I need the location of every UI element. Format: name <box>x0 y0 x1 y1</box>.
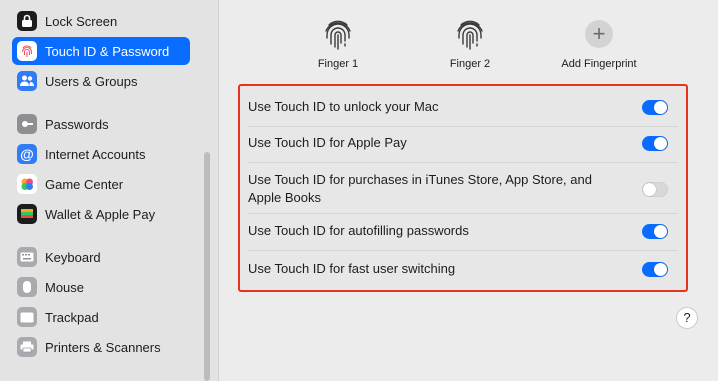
mouse-icon <box>17 277 37 297</box>
lock-icon <box>17 11 37 31</box>
touch-id-settings-panel: Use Touch ID to unlock your Mac Use Touc… <box>238 84 688 292</box>
toggle-autofill-passwords[interactable] <box>642 223 668 239</box>
main-panel: Finger 1 Finger 2 + Add Fingerprint Use … <box>219 0 718 381</box>
game-center-icon <box>17 174 37 194</box>
sidebar-item-users-groups[interactable]: Users & Groups <box>12 67 190 95</box>
keyboard-icon <box>17 247 37 267</box>
sidebar-item-label: Mouse <box>45 279 85 295</box>
sidebar-item-keyboard[interactable]: Keyboard <box>12 243 190 271</box>
sidebar-item-passwords[interactable]: Passwords <box>12 110 190 138</box>
setting-row-fast-user-switching: Use Touch ID for fast user switching <box>240 256 686 282</box>
setting-label: Use Touch ID for purchases in iTunes Sto… <box>248 172 592 205</box>
add-fingerprint-button[interactable]: + Add Fingerprint <box>549 16 649 70</box>
setting-row-unlock-mac: Use Touch ID to unlock your Mac <box>240 94 686 120</box>
fingerprint-label: Finger 1 <box>317 58 359 70</box>
setting-label: Use Touch ID for fast user switching <box>248 261 456 276</box>
sidebar-item-mouse[interactable]: Mouse <box>12 273 190 301</box>
setting-label: Use Touch ID for autofilling passwords <box>248 223 469 238</box>
fingerprint-2[interactable]: Finger 2 <box>420 16 520 70</box>
setting-label: Use Touch ID for Apple Pay <box>248 135 407 150</box>
help-button[interactable]: ? <box>676 307 698 329</box>
row-divider <box>248 213 678 214</box>
fingerprint-icon <box>325 20 351 50</box>
sidebar-item-label: Users & Groups <box>45 73 138 89</box>
setting-row-purchases: Use Touch ID for purchases in iTunes Sto… <box>240 170 686 208</box>
sidebar-item-wallet-apple-pay[interactable]: Wallet & Apple Pay <box>12 200 190 228</box>
fingerprint-icon <box>17 41 37 61</box>
sidebar-item-internet-accounts[interactable]: @ Internet Accounts <box>12 140 190 168</box>
toggle-unlock-mac[interactable] <box>642 99 668 115</box>
toggle-fast-user-switching[interactable] <box>642 261 668 277</box>
sidebar-item-label: Printers & Scanners <box>45 339 161 355</box>
row-divider <box>248 126 678 127</box>
sidebar-item-label: Passwords <box>45 116 109 132</box>
row-divider <box>248 162 678 163</box>
sidebar-item-lock-screen[interactable]: Lock Screen <box>12 7 190 35</box>
add-fingerprint-label: Add Fingerprint <box>561 58 637 70</box>
sidebar-item-label: Game Center <box>45 176 124 192</box>
sidebar-item-label: Keyboard <box>45 249 101 265</box>
wallet-icon <box>17 204 37 224</box>
key-icon <box>17 114 37 134</box>
toggle-apple-pay[interactable] <box>642 135 668 151</box>
sidebar-item-touch-id-password[interactable]: Touch ID & Password <box>12 37 190 65</box>
sidebar-item-label: Lock Screen <box>45 13 118 29</box>
sidebar-item-label: Trackpad <box>45 309 99 325</box>
sidebar-scrollbar[interactable] <box>204 152 210 381</box>
users-icon <box>17 71 37 91</box>
sidebar-item-label: Internet Accounts <box>45 146 146 162</box>
setting-row-autofill-passwords: Use Touch ID for autofilling passwords <box>240 218 686 244</box>
fingerprint-label: Finger 2 <box>449 58 491 70</box>
trackpad-icon <box>17 307 37 327</box>
sidebar-item-label: Wallet & Apple Pay <box>45 206 156 222</box>
setting-label: Use Touch ID to unlock your Mac <box>248 99 439 114</box>
row-divider <box>248 250 678 251</box>
setting-row-apple-pay: Use Touch ID for Apple Pay <box>240 130 686 156</box>
fingerprint-1[interactable]: Finger 1 <box>288 16 388 70</box>
plus-icon: + <box>585 20 613 48</box>
fingerprint-icon <box>457 20 483 50</box>
sidebar-item-label: Touch ID & Password <box>45 43 170 59</box>
toggle-purchases[interactable] <box>642 181 668 197</box>
printer-icon <box>17 337 37 357</box>
sidebar: Lock Screen Touch ID & Password Users & … <box>0 0 219 381</box>
at-icon: @ <box>17 144 37 164</box>
sidebar-item-game-center[interactable]: Game Center <box>12 170 190 198</box>
sidebar-item-printers-scanners[interactable]: Printers & Scanners <box>12 333 190 361</box>
sidebar-item-trackpad[interactable]: Trackpad <box>12 303 190 331</box>
